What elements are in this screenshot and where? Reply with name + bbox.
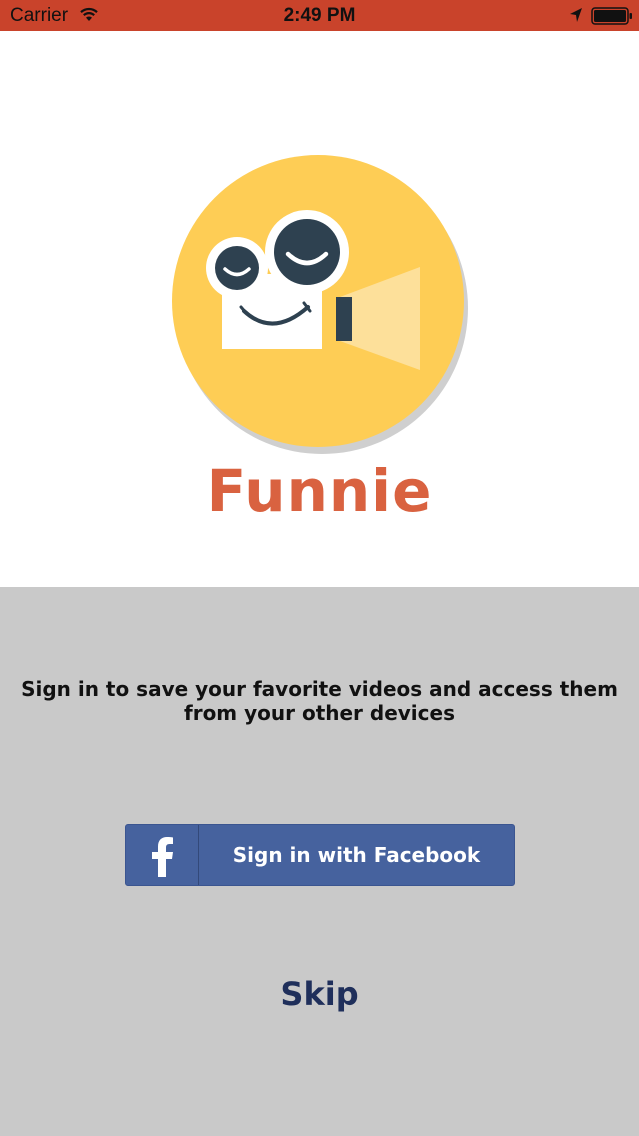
branding-area: Funnie (0, 31, 639, 587)
app-name: Funnie (206, 457, 433, 525)
signin-panel: Sign in to save your favorite videos and… (0, 587, 639, 1136)
location-arrow-icon (570, 8, 582, 22)
smiling-video-camera-logo (172, 155, 468, 454)
status-time: 2:49 PM (283, 5, 356, 26)
battery-icon (591, 7, 632, 25)
facebook-button-label: Sign in with Facebook (232, 843, 481, 867)
facebook-f-icon (152, 837, 173, 877)
signin-message: Sign in to save your favorite videos and… (21, 677, 618, 725)
status-bar: Carrier 2:49 PM (0, 0, 639, 31)
facebook-icon-box (126, 825, 199, 885)
facebook-signin-button[interactable]: Sign in with Facebook (125, 824, 515, 886)
skip-button[interactable]: Skip (0, 975, 639, 1013)
